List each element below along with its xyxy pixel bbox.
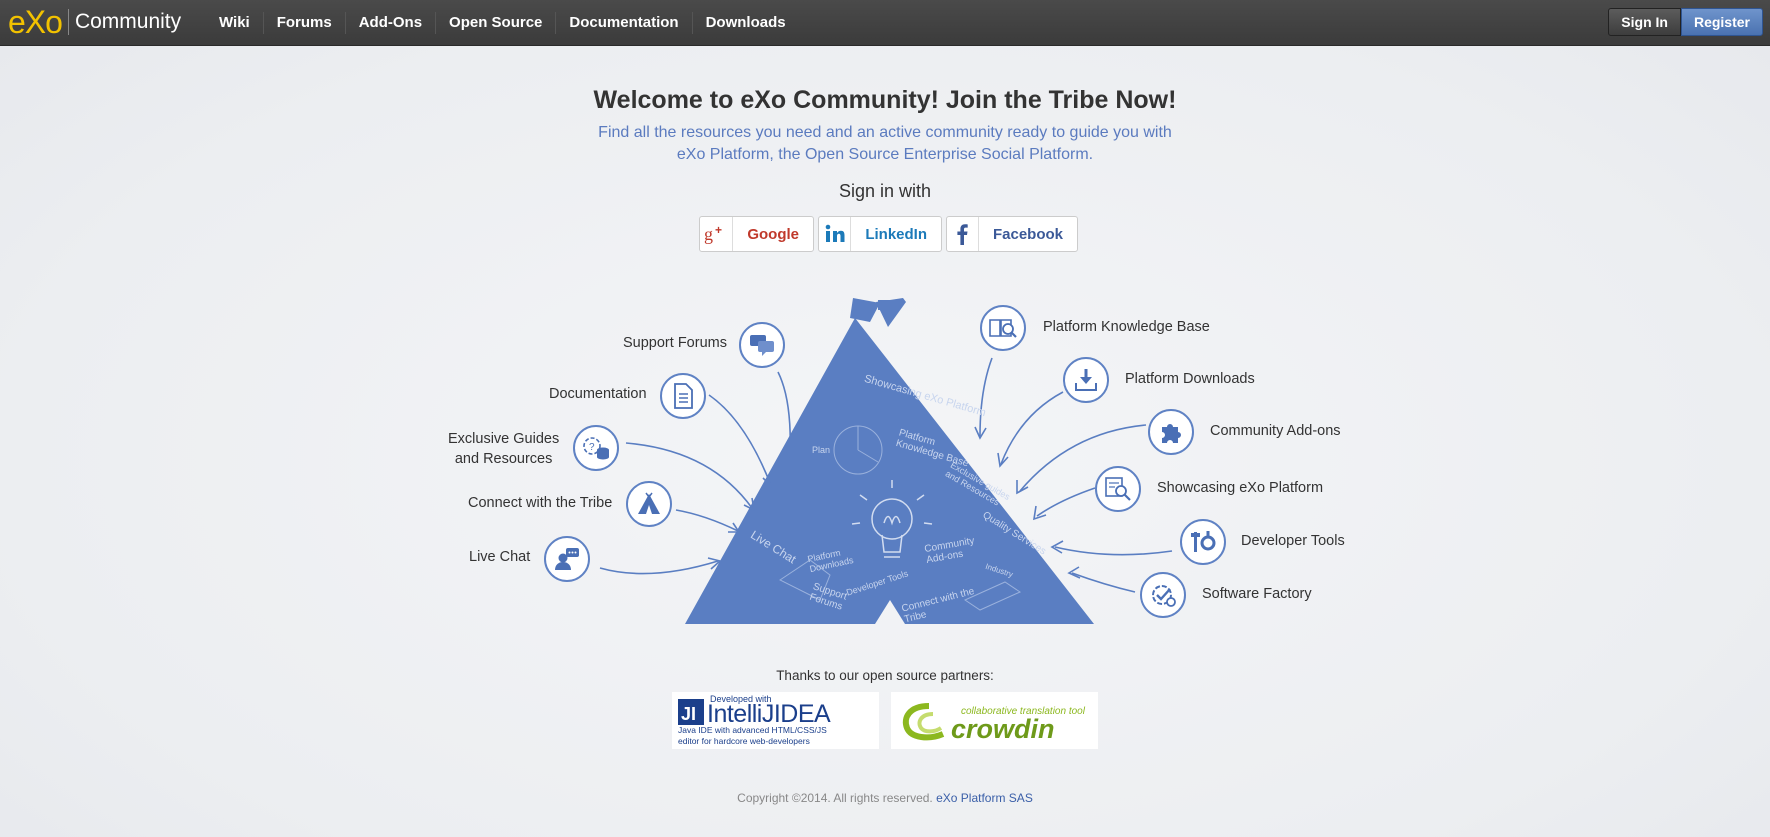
puzzle-icon[interactable] bbox=[1148, 409, 1194, 455]
tent-text-plan: Plan bbox=[812, 445, 831, 455]
document-icon[interactable] bbox=[660, 373, 706, 419]
intellij-partner-logo[interactable]: JI Developed with IntelliJIDEA Java IDE … bbox=[672, 692, 879, 749]
exclusive-guides-line2: and Resources bbox=[454, 451, 553, 467]
support-forums-label[interactable]: Support Forums bbox=[623, 335, 727, 351]
intellij-line2: Java IDE with advanced HTML/CSS/JS bbox=[678, 725, 827, 735]
copyright-text: Copyright ©2014. All rights reserved. bbox=[737, 791, 933, 805]
knowledge-base-label[interactable]: Platform Knowledge Base bbox=[1043, 319, 1210, 335]
connect-tribe-label[interactable]: Connect with the Tribe bbox=[468, 495, 612, 511]
copyright: Copyright ©2014. All rights reserved. eX… bbox=[0, 791, 1770, 805]
intellij-logo-icon: JI bbox=[678, 699, 704, 725]
svg-text:JI: JI bbox=[681, 704, 696, 724]
showcase-search-icon[interactable] bbox=[1095, 466, 1141, 512]
exclusive-guides-line1: Exclusive Guides bbox=[448, 431, 560, 447]
software-factory-label[interactable]: Software Factory bbox=[1202, 586, 1312, 602]
teepee-icon[interactable] bbox=[626, 481, 672, 527]
crowdin-logo-icon bbox=[902, 703, 945, 741]
download-icon[interactable] bbox=[1063, 357, 1109, 403]
tools-icon[interactable] bbox=[1180, 519, 1226, 565]
gear-check-icon[interactable] bbox=[1140, 572, 1186, 618]
developer-tools-label[interactable]: Developer Tools bbox=[1241, 533, 1345, 549]
live-chat-icon[interactable] bbox=[544, 536, 590, 582]
svg-text:?: ? bbox=[589, 442, 595, 453]
community-addons-label[interactable]: Community Add-ons bbox=[1210, 423, 1341, 439]
guides-resources-icon[interactable]: ? bbox=[573, 425, 619, 471]
company-link[interactable]: eXo Platform SAS bbox=[936, 791, 1033, 805]
chat-bubbles-icon[interactable] bbox=[739, 322, 785, 368]
crowdin-name: crowdin bbox=[951, 714, 1055, 744]
platform-downloads-label[interactable]: Platform Downloads bbox=[1125, 371, 1255, 387]
crowdin-partner-logo[interactable]: collaborative translation tool crowdin bbox=[891, 692, 1098, 749]
intellij-line3: editor for hardcore web-developers bbox=[678, 736, 810, 746]
partners-label: Thanks to our open source partners: bbox=[776, 668, 994, 683]
showcasing-label[interactable]: Showcasing eXo Platform bbox=[1157, 480, 1323, 496]
book-search-icon[interactable] bbox=[980, 305, 1026, 351]
documentation-label[interactable]: Documentation bbox=[549, 386, 647, 402]
exclusive-guides-label[interactable]: Exclusive Guides and Resources bbox=[448, 429, 559, 469]
tribe-illustration bbox=[599, 298, 1173, 624]
live-chat-label[interactable]: Live Chat bbox=[469, 549, 530, 565]
